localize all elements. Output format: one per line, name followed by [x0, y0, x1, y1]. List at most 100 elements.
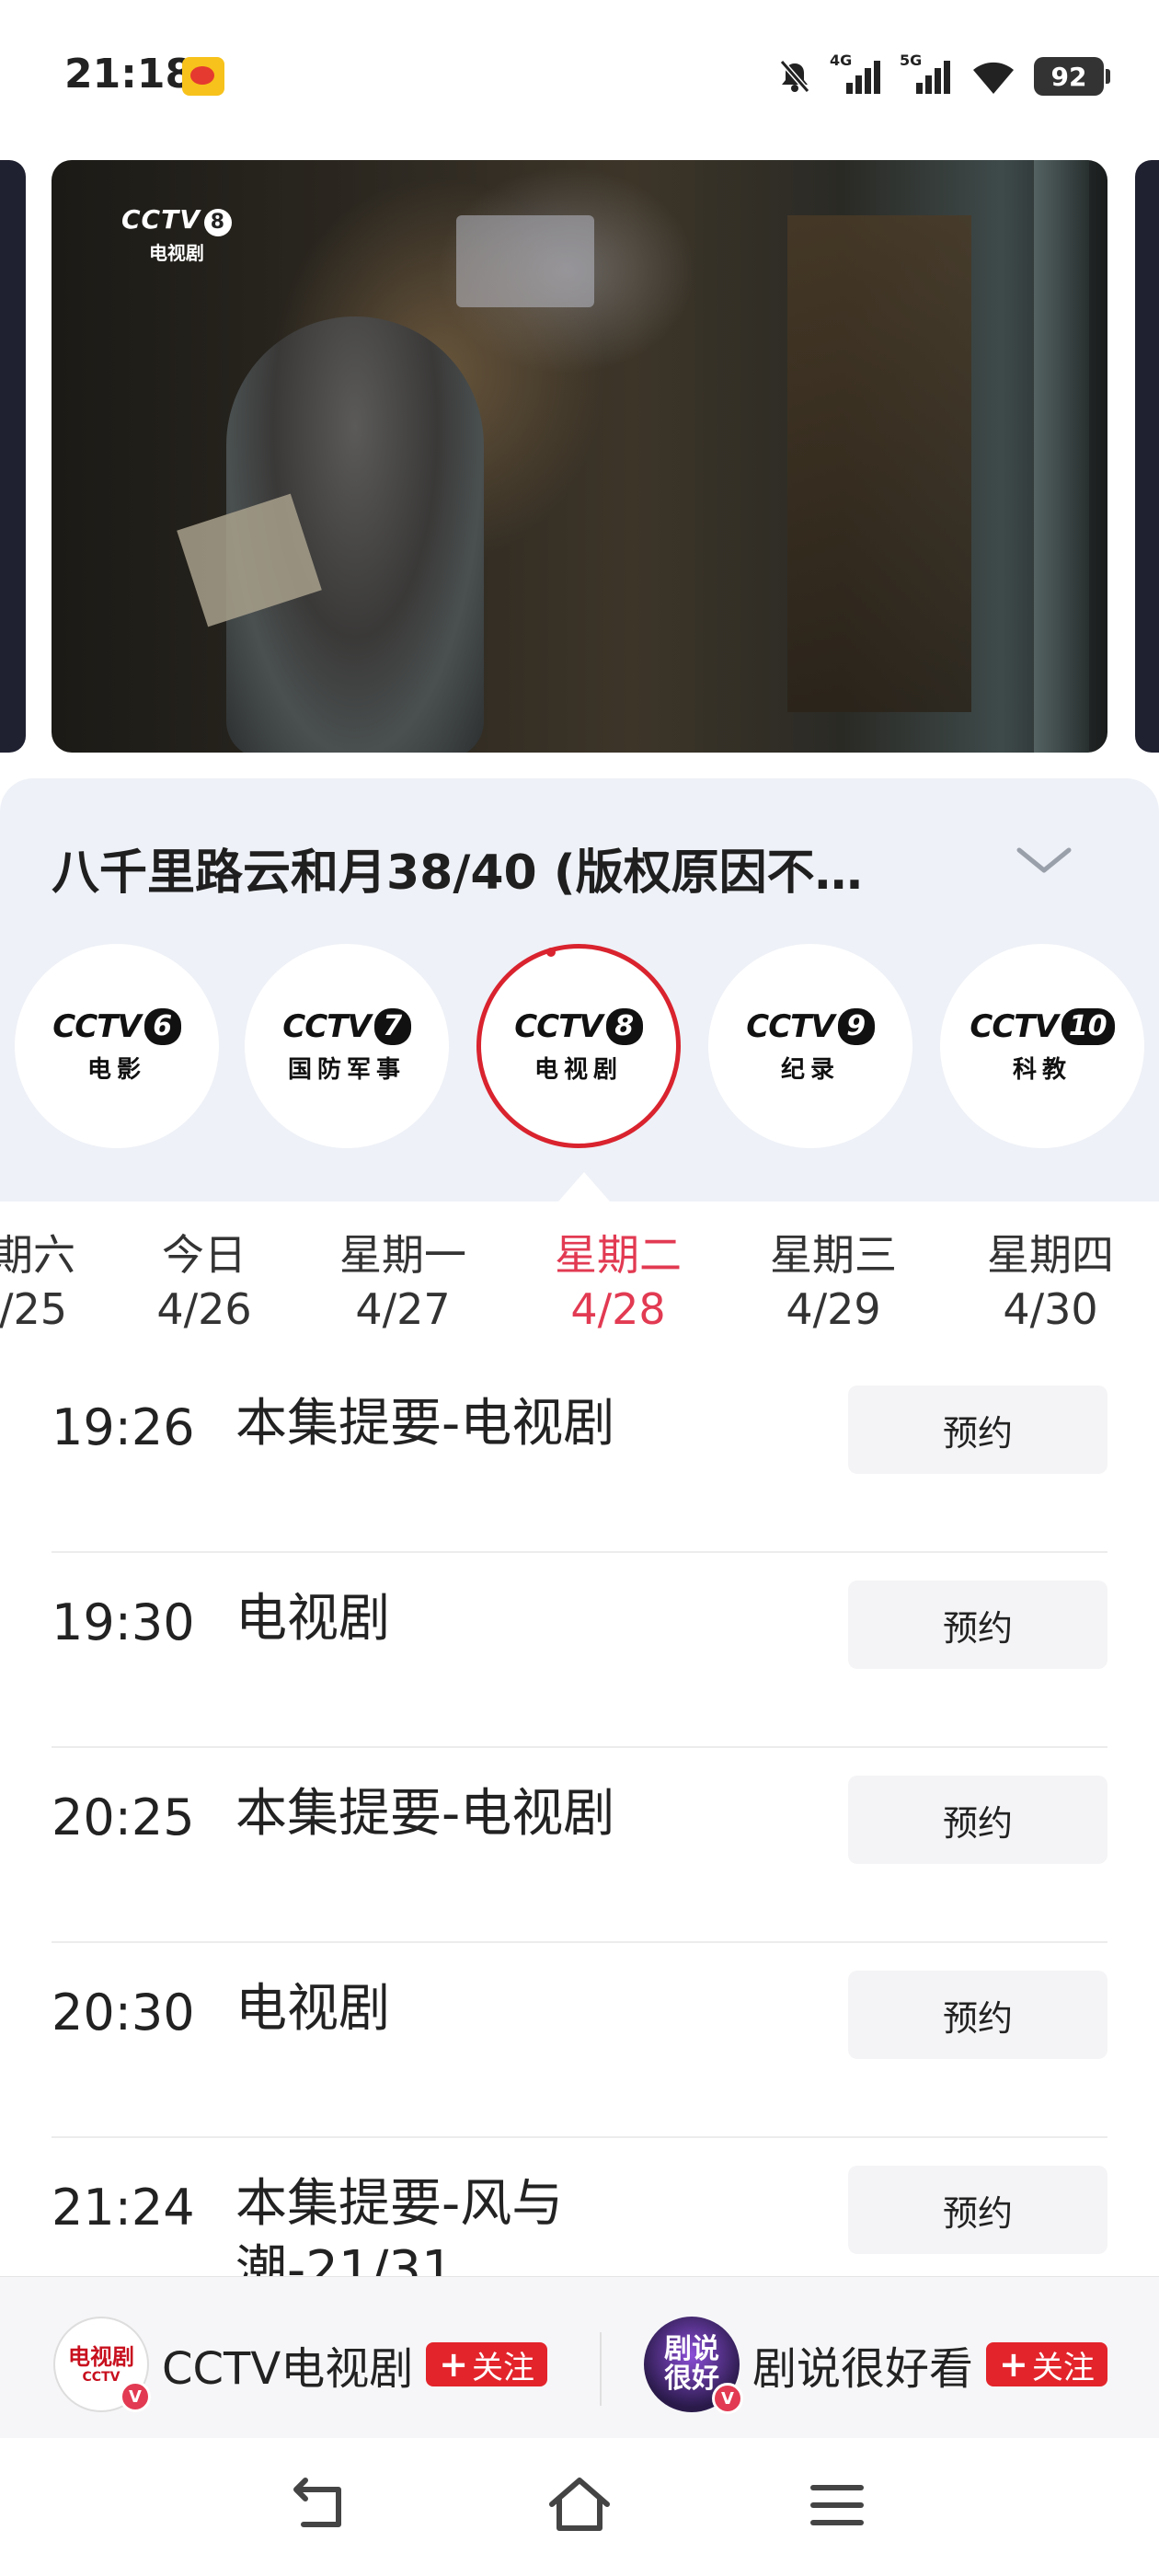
- next-video-card[interactable]: [1135, 160, 1159, 753]
- reserve-button[interactable]: 预约: [848, 1581, 1107, 1669]
- program-panel: 八千里路云和月38/40 (版权原因不… CCTV 6 电影 CCTV 7 国防军事…: [0, 778, 1159, 1202]
- channel-number: 8: [605, 1007, 643, 1045]
- channel-number: 10: [1061, 1007, 1115, 1045]
- account-name[interactable]: CCTV电视剧: [162, 2332, 413, 2397]
- day-date: 4/29: [786, 1284, 881, 1334]
- schedule-row: 21:24 本集提要-风与潮-21/31 预约: [52, 2138, 1107, 2276]
- day-name: 星期四: [987, 1230, 1114, 1280]
- follow-label: 关注: [1031, 2349, 1095, 2386]
- channel-list: CCTV 6 电影 CCTV 7 国防军事 CCTV 8 电视剧 CCTV 9 纪录 C…: [0, 944, 1159, 1165]
- menu-icon[interactable]: [800, 2473, 874, 2537]
- channel-name: 科教: [1012, 1055, 1072, 1084]
- channel-number: 7: [373, 1007, 411, 1045]
- program-time: 20:30: [52, 1984, 195, 2041]
- chevron-down-icon[interactable]: [1012, 843, 1076, 880]
- avatar-text: 剧说 很好: [664, 2333, 719, 2395]
- avatar[interactable]: 剧说 很好 V: [644, 2317, 743, 2414]
- plus-icon: +: [439, 2344, 469, 2385]
- active-indicator-dot: [546, 948, 556, 957]
- day-date: /25: [0, 1284, 68, 1334]
- channel-cctv6[interactable]: CCTV 6 电影: [15, 944, 219, 1148]
- status-bar: 21:18 4G 5G 92: [0, 0, 1159, 156]
- tab-day-thu[interactable]: 星期四 4/30: [958, 1229, 1142, 1338]
- channel-watermark: CCTV 8 电视剧: [121, 204, 232, 265]
- channel-cctv9[interactable]: CCTV 9 纪录: [708, 944, 912, 1148]
- channel-name: 电影: [86, 1055, 146, 1084]
- watermark-number: 8: [203, 209, 232, 236]
- reserve-button[interactable]: 预约: [848, 2166, 1107, 2254]
- watermark-sub: 电视剧: [148, 242, 204, 264]
- tab-day-today[interactable]: 今日 4/26: [112, 1229, 296, 1338]
- channel-name: 国防军事: [287, 1055, 406, 1084]
- account-drama-talk[interactable]: 剧说 很好 V 剧说很好看 + 关注: [644, 2314, 1107, 2415]
- tab-day-sat[interactable]: 期六 /25: [0, 1229, 125, 1338]
- weibo-icon: [182, 57, 224, 96]
- program-time: 19:30: [52, 1593, 195, 1651]
- program-name: 本集提要-风与潮-21/31: [235, 2174, 564, 2276]
- channel-number: 6: [143, 1007, 181, 1045]
- follow-button[interactable]: + 关注: [426, 2342, 548, 2386]
- reserve-button[interactable]: 预约: [848, 1971, 1107, 2059]
- day-date: 4/27: [355, 1284, 451, 1334]
- day-name: 星期一: [339, 1230, 466, 1280]
- program-name: 本集提要-电视剧: [235, 1784, 615, 1844]
- avatar-subtext: CCTV: [82, 2370, 120, 2385]
- day-date: 4/26: [156, 1284, 252, 1334]
- account-name[interactable]: 剧说很好看: [752, 2332, 973, 2397]
- back-icon[interactable]: [285, 2473, 359, 2537]
- watermark-brand: CCTV: [121, 204, 201, 235]
- program-title[interactable]: 八千里路云和月38/40 (版权原因不…: [52, 834, 953, 903]
- channel-name: 纪录: [780, 1055, 840, 1084]
- channel-brand: CCTV: [970, 1007, 1058, 1045]
- program-time: 19:26: [52, 1398, 195, 1456]
- tab-day-mon[interactable]: 星期一 4/27: [311, 1229, 495, 1338]
- video-scene: [1034, 160, 1089, 753]
- schedule-row: 20:30 电视剧 预约: [52, 1943, 1107, 2138]
- network-type-label: 5G: [900, 52, 923, 69]
- reserve-button[interactable]: 预约: [848, 1386, 1107, 1474]
- channel-cctv10[interactable]: CCTV 10 科教: [940, 944, 1144, 1148]
- program-name: 电视剧: [235, 1979, 390, 2039]
- schedule-row: 19:26 本集提要-电视剧 预约: [52, 1358, 1107, 1553]
- channel-name: 电视剧: [534, 1055, 623, 1084]
- mute-icon: [776, 58, 813, 95]
- battery-icon: 92: [1034, 57, 1110, 96]
- avatar[interactable]: 电视剧 CCTV V: [53, 2317, 151, 2412]
- reserve-button[interactable]: 预约: [848, 1776, 1107, 1864]
- program-time: 21:24: [52, 2179, 195, 2237]
- divider: [600, 2332, 602, 2406]
- tab-day-wed[interactable]: 星期三 4/29: [741, 1229, 925, 1338]
- follow-button[interactable]: + 关注: [986, 2342, 1107, 2386]
- prev-video-card[interactable]: [0, 160, 26, 753]
- signal-icon: 4G: [830, 52, 883, 98]
- video-scene: [456, 215, 594, 307]
- verified-badge: V: [712, 2383, 743, 2414]
- signal-icon: 5G: [900, 52, 953, 98]
- day-name: 期六: [0, 1230, 75, 1280]
- plus-icon: +: [999, 2344, 1028, 2385]
- channel-brand: CCTV: [282, 1007, 371, 1045]
- channel-brand: CCTV: [52, 1007, 141, 1045]
- follow-bar: 电视剧 CCTV V CCTV电视剧 + 关注 剧说 很好 V 剧说很好看 + 关注: [0, 2276, 1159, 2438]
- wifi-icon: [970, 57, 1017, 96]
- tab-day-tue[interactable]: 星期二 4/28: [526, 1229, 710, 1338]
- day-name: 星期二: [555, 1230, 682, 1280]
- home-icon[interactable]: [543, 2473, 616, 2537]
- video-player[interactable]: CCTV 8 电视剧: [52, 160, 1107, 753]
- program-time: 20:25: [52, 1788, 195, 1846]
- system-nav-bar: [0, 2438, 1159, 2576]
- account-cctv-tv[interactable]: 电视剧 CCTV V CCTV电视剧 + 关注: [53, 2314, 548, 2415]
- status-time: 21:18: [64, 51, 194, 98]
- selected-channel-pointer: [558, 1172, 610, 1202]
- program-name: 电视剧: [235, 1589, 390, 1649]
- channel-cctv7[interactable]: CCTV 7 国防军事: [245, 944, 449, 1148]
- video-carousel[interactable]: CCTV 8 电视剧: [0, 156, 1159, 764]
- schedule-list[interactable]: 19:26 本集提要-电视剧 预约 19:30 电视剧 预约 20:25 本集提…: [0, 1358, 1159, 2276]
- day-date: 4/30: [1003, 1284, 1098, 1334]
- day-tabs: 期六 /25 今日 4/26 星期一 4/27 星期二 4/28 星期三 4/2…: [0, 1202, 1159, 1358]
- status-icons: 4G 5G 92: [776, 52, 1110, 99]
- channel-cctv8[interactable]: CCTV 8 电视剧: [476, 944, 681, 1148]
- channel-number: 9: [837, 1007, 875, 1045]
- schedule-row: 20:25 本集提要-电视剧 预约: [52, 1748, 1107, 1943]
- day-name: 星期三: [770, 1230, 897, 1280]
